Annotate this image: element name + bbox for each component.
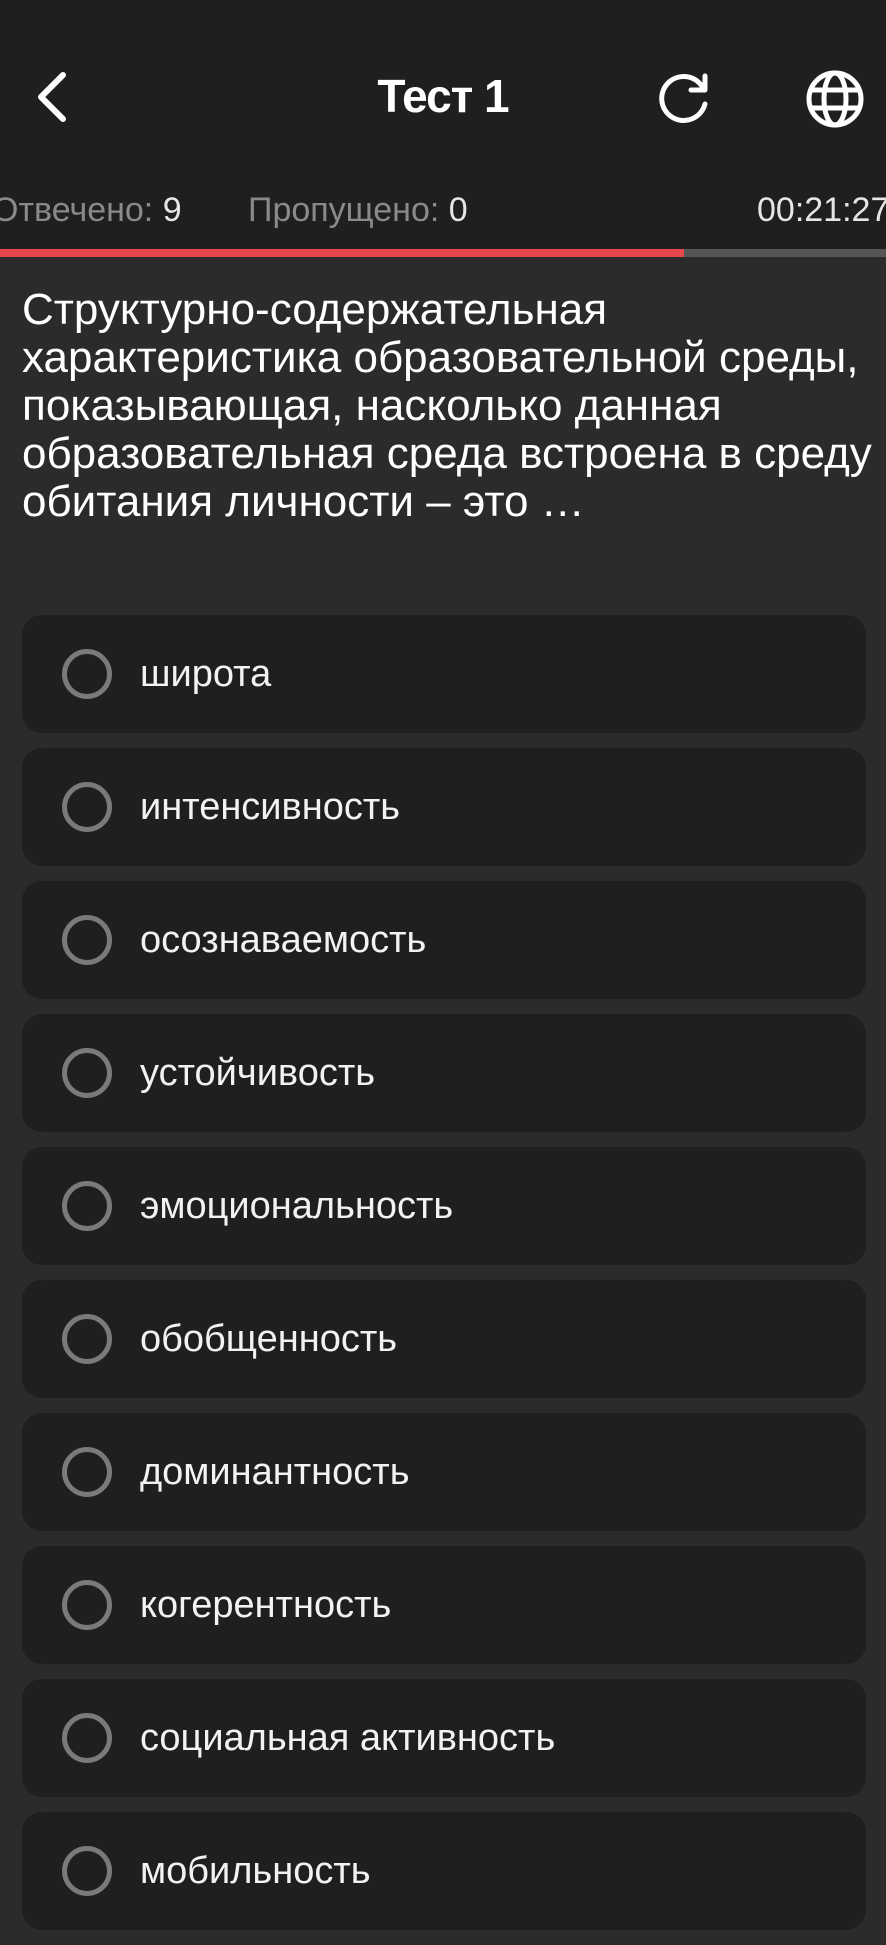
answer-option[interactable]: устойчивость	[22, 1014, 866, 1132]
radio-button[interactable]	[62, 1846, 112, 1896]
answer-option[interactable]: мобильность	[22, 1812, 866, 1930]
answer-option-label: устойчивость	[140, 1052, 376, 1094]
radio-button[interactable]	[62, 1048, 112, 1098]
radio-button[interactable]	[62, 1580, 112, 1630]
answer-option[interactable]: обобщенность	[22, 1280, 866, 1398]
answer-option-label: мобильность	[140, 1850, 371, 1892]
globe-icon	[806, 70, 864, 128]
radio-button[interactable]	[62, 1447, 112, 1497]
answer-option-label: когерентность	[140, 1584, 392, 1626]
radio-button[interactable]	[62, 782, 112, 832]
refresh-button[interactable]	[646, 62, 720, 136]
skipped-label: Пропущено:	[248, 191, 440, 229]
question-text: Структурно-содержательная характеристика…	[22, 285, 872, 526]
answered-value: 9	[162, 191, 182, 229]
answer-option[interactable]: интенсивность	[22, 748, 866, 866]
answer-option[interactable]: осознаваемость	[22, 881, 866, 999]
header: Тест 1 Отвечено: 9 Пропущено: 0 00:21:27	[0, 0, 886, 250]
answer-option-label: осознаваемость	[140, 919, 427, 961]
answer-option[interactable]: когерентность	[22, 1546, 866, 1664]
radio-button[interactable]	[62, 1181, 112, 1231]
answer-option-label: доминантность	[140, 1451, 410, 1493]
answer-option-label: широта	[140, 653, 272, 695]
answer-option[interactable]: эмоциональность	[22, 1147, 866, 1265]
answered-label: Отвечено:	[0, 191, 154, 229]
refresh-icon	[659, 73, 708, 123]
radio-button[interactable]	[62, 1314, 112, 1364]
answer-option[interactable]: доминантность	[22, 1413, 866, 1531]
timer: 00:21:27	[757, 191, 886, 229]
radio-button[interactable]	[62, 649, 112, 699]
answer-option-label: социальная активность	[140, 1717, 556, 1759]
radio-button[interactable]	[62, 1713, 112, 1763]
language-button[interactable]	[798, 62, 872, 136]
skipped-value: 0	[448, 191, 468, 229]
page-title: Тест 1	[377, 70, 509, 122]
answer-option-label: обобщенность	[140, 1318, 398, 1360]
answer-options: широта интенсивность осознаваемость устойчи…	[22, 615, 866, 1945]
answer-option-label: эмоциональность	[140, 1185, 454, 1227]
progress-bar-fill	[0, 249, 684, 257]
answer-option-label: интенсивность	[140, 786, 401, 828]
progress-bar	[0, 249, 886, 257]
answered-counter: Отвечено: 9	[0, 188, 182, 232]
answer-option[interactable]: социальная активность	[22, 1679, 866, 1797]
radio-button[interactable]	[62, 915, 112, 965]
skipped-counter: Пропущено: 0	[248, 188, 468, 232]
answer-option[interactable]: широта	[22, 615, 866, 733]
